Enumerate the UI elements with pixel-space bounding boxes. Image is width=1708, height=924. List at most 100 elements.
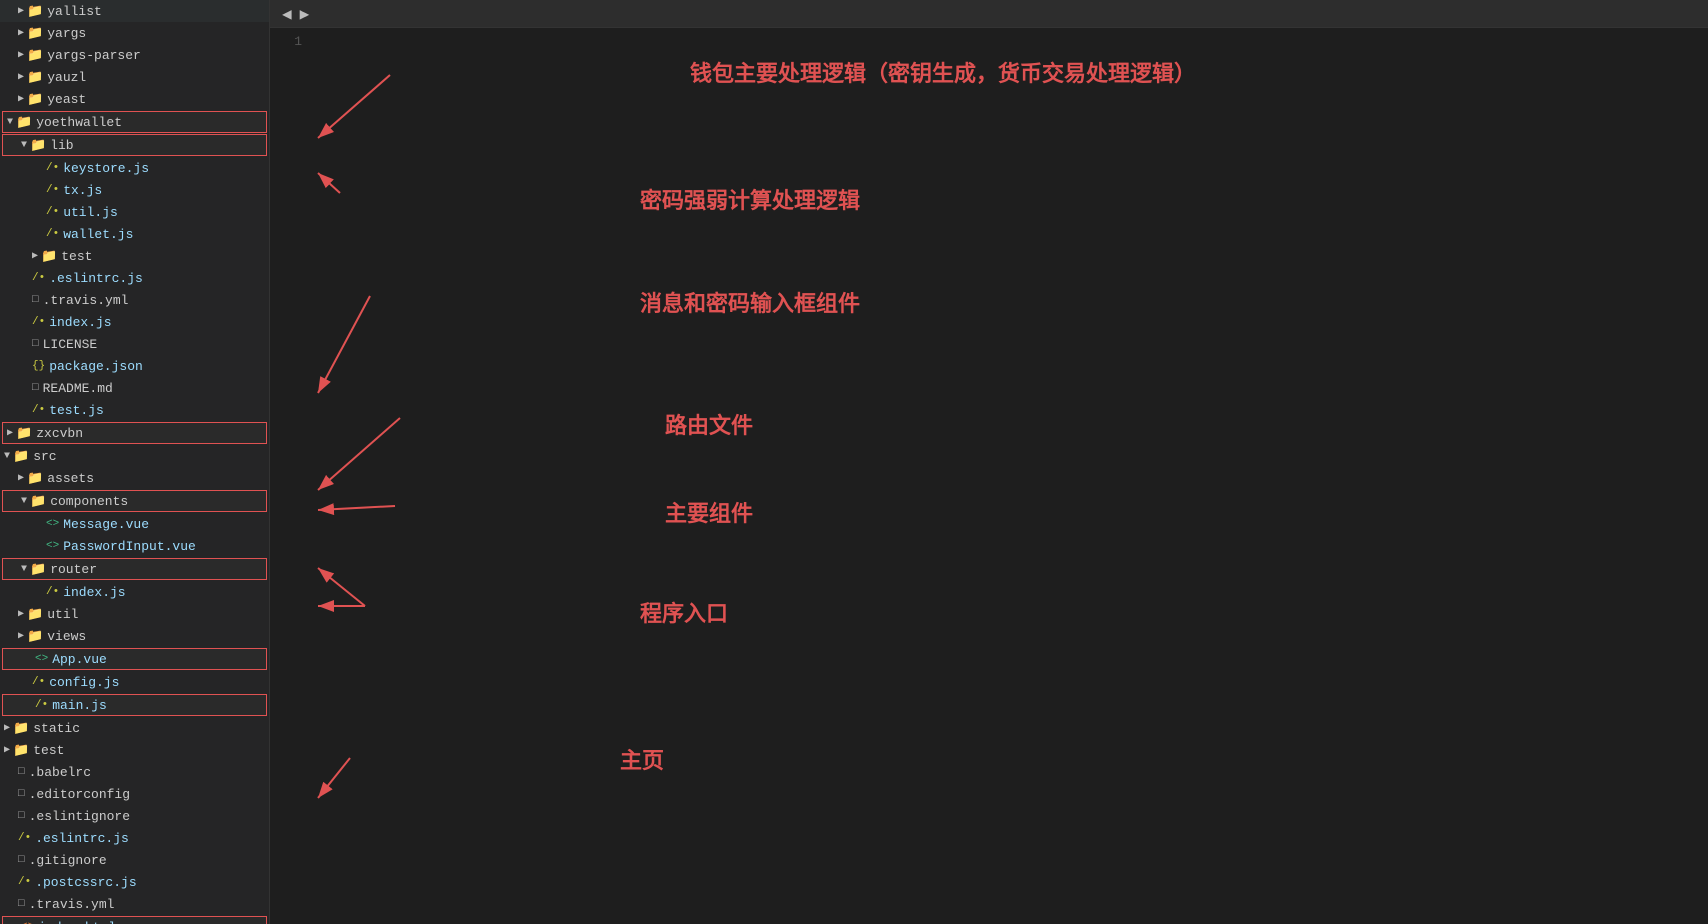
tree-label: main.js (52, 698, 107, 713)
tree-label: lib (50, 138, 73, 153)
tree-label: .editorconfig (29, 787, 130, 802)
tree-item-test1[interactable]: ▶📁test (0, 245, 269, 267)
tree-label: keystore.js (63, 161, 149, 176)
tree-label: test (33, 743, 64, 758)
tree-label: tx.js (63, 183, 102, 198)
tree-label: .travis.yml (29, 897, 115, 912)
tree-label: util.js (63, 205, 118, 220)
tree-item-test.js[interactable]: /•test.js (0, 399, 269, 421)
annotation-ann3: 消息和密码输入框组件 (640, 286, 860, 318)
annotation-ann6: 程序入口 (640, 596, 728, 628)
tree-label: config.js (49, 675, 119, 690)
tree-label: util (47, 607, 78, 622)
tree-item-yargs-parser[interactable]: ▶📁yargs-parser (0, 44, 269, 66)
tree-label: .postcssrc.js (35, 875, 136, 890)
tree-label: views (47, 629, 86, 644)
tree-label: Message.vue (63, 517, 149, 532)
tree-item-router[interactable]: ▼📁router (2, 558, 267, 580)
annotation-arrows (310, 28, 1708, 924)
tree-label: yoethwallet (36, 115, 122, 130)
tree-item-eslintrc2.js[interactable]: /•.eslintrc.js (0, 827, 269, 849)
file-tree: ▶📁yallist▶📁yargs▶📁yargs-parser▶📁yauzl▶📁y… (0, 0, 270, 924)
forward-button[interactable]: ▶ (296, 2, 314, 26)
tree-label: yauzl (47, 70, 86, 85)
tree-item-yauzl[interactable]: ▶📁yauzl (0, 66, 269, 88)
tree-item-util.js[interactable]: /•util.js (0, 201, 269, 223)
tree-item-zxcvbn[interactable]: ▶📁zxcvbn (2, 422, 267, 444)
tree-item-eslintrc.js[interactable]: /•.eslintrc.js (0, 267, 269, 289)
tree-label: index.js (63, 585, 125, 600)
tree-label: package.json (49, 359, 143, 374)
tree-label: src (33, 449, 56, 464)
tree-label: .gitignore (29, 853, 107, 868)
tree-item-assets[interactable]: ▶📁assets (0, 467, 269, 489)
tree-label: index.html (38, 920, 116, 924)
tree-item-App.vue[interactable]: <>App.vue (2, 648, 267, 670)
tree-label: assets (47, 471, 94, 486)
tree-label: yeast (47, 92, 86, 107)
tree-item-wallet.js[interactable]: /•wallet.js (0, 223, 269, 245)
tree-label: yargs (47, 26, 86, 41)
tree-label: wallet.js (63, 227, 133, 242)
tree-item-README.md[interactable]: □README.md (0, 377, 269, 399)
tree-label: yargs-parser (47, 48, 141, 63)
editor-toolbar: ◀ ▶ (270, 0, 1708, 28)
tree-label: test (61, 249, 92, 264)
tree-item-keystore.js[interactable]: /•keystore.js (0, 157, 269, 179)
tree-label: zxcvbn (36, 426, 83, 441)
annotation-ann7: 主页 (620, 743, 664, 775)
tree-label: .eslintrc.js (35, 831, 129, 846)
tree-item-LICENSE[interactable]: □LICENSE (0, 333, 269, 355)
tree-item-util2[interactable]: ▶📁util (0, 603, 269, 625)
tree-item-views[interactable]: ▶📁views (0, 625, 269, 647)
tree-label: App.vue (52, 652, 107, 667)
tree-label: .travis.yml (43, 293, 129, 308)
tree-item-yallist[interactable]: ▶📁yallist (0, 0, 269, 22)
tree-item-main.js[interactable]: /•main.js (2, 694, 267, 716)
tree-item-tx.js[interactable]: /•tx.js (0, 179, 269, 201)
tree-label: README.md (43, 381, 113, 396)
tree-item-package.json[interactable]: {}package.json (0, 355, 269, 377)
back-button[interactable]: ◀ (278, 2, 296, 26)
tree-label: index.js (49, 315, 111, 330)
tree-label: router (50, 562, 97, 577)
tree-item-components[interactable]: ▼📁components (2, 490, 267, 512)
tree-label: yallist (47, 4, 102, 19)
line-numbers: 1 (270, 28, 310, 924)
tree-item-config.js[interactable]: /•config.js (0, 671, 269, 693)
tree-item-editorconfig[interactable]: □.editorconfig (0, 783, 269, 805)
tree-label: PasswordInput.vue (63, 539, 196, 554)
tree-item-PasswordInput.vue[interactable]: <>PasswordInput.vue (0, 535, 269, 557)
tree-item-index.js1[interactable]: /•index.js (0, 311, 269, 333)
tree-item-router-index.js[interactable]: /•index.js (0, 581, 269, 603)
tree-item-gitignore[interactable]: □.gitignore (0, 849, 269, 871)
tree-item-src[interactable]: ▼📁src (0, 445, 269, 467)
tree-item-test2[interactable]: ▶📁test (0, 739, 269, 761)
tree-label: static (33, 721, 80, 736)
tree-item-yeast[interactable]: ▶📁yeast (0, 88, 269, 110)
annotation-ann5: 主要组件 (665, 496, 753, 528)
tree-item-Message.vue[interactable]: <>Message.vue (0, 513, 269, 535)
tree-label: .eslintignore (29, 809, 130, 824)
tree-label: test.js (49, 403, 104, 418)
annotation-ann4: 路由文件 (665, 408, 753, 440)
tree-item-babelrc[interactable]: □.babelrc (0, 761, 269, 783)
tree-item-lib[interactable]: ▼📁lib (2, 134, 267, 156)
tree-item-yargs[interactable]: ▶📁yargs (0, 22, 269, 44)
tree-label: LICENSE (43, 337, 98, 352)
tree-label: .eslintrc.js (49, 271, 143, 286)
tree-label: .babelrc (29, 765, 91, 780)
tree-item-static[interactable]: ▶📁static (0, 717, 269, 739)
annotation-ann1: 钱包主要处理逻辑（密钥生成，货币交易处理逻辑） (690, 56, 1196, 88)
tree-item-yoethwallet[interactable]: ▼📁yoethwallet (2, 111, 267, 133)
tree-item-travis.yml[interactable]: □.travis.yml (0, 289, 269, 311)
tree-item-eslintignore[interactable]: □.eslintignore (0, 805, 269, 827)
tree-label: components (50, 494, 128, 509)
tree-item-postcssrc.js[interactable]: /•.postcssrc.js (0, 871, 269, 893)
annotation-ann2: 密码强弱计算处理逻辑 (640, 183, 860, 215)
code-area: 钱包主要处理逻辑（密钥生成，货币交易处理逻辑） 密码强弱计算处理逻辑消息和密码输入… (310, 28, 1708, 924)
tree-item-travis2.yml[interactable]: □.travis.yml (0, 893, 269, 915)
editor-content: 1 (270, 28, 1708, 924)
editor-panel: ◀ ▶ 1 (270, 0, 1708, 924)
tree-item-index.html[interactable]: <>index.html (2, 916, 267, 924)
